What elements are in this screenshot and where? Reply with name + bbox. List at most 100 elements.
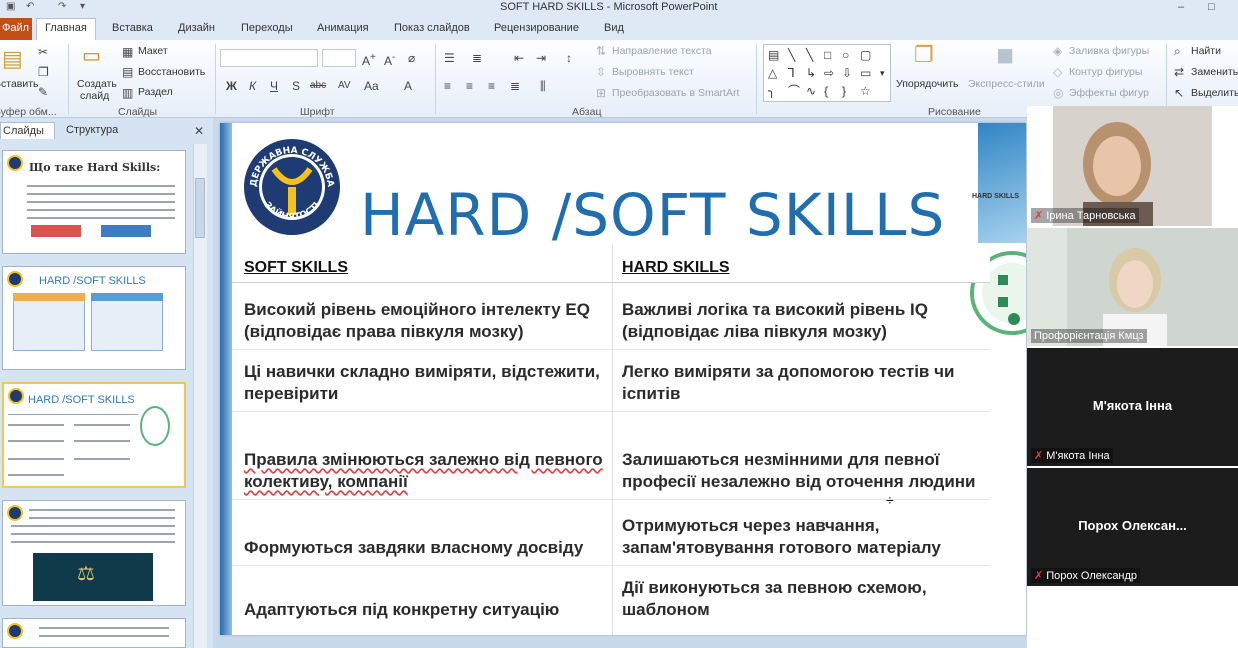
select-button[interactable]: Выделить: [1191, 87, 1238, 99]
video-tile-4[interactable]: Порох Олексан... ✗ Порох Олександр: [1027, 468, 1238, 586]
slide-thumbnail-4[interactable]: ⚖: [2, 500, 186, 606]
redo-icon[interactable]: ↷: [58, 1, 66, 12]
logo-icon: [7, 623, 23, 639]
video-tile-1[interactable]: ✗ Ірина Тарновська: [1027, 106, 1238, 226]
rounded-rect-shape-icon[interactable]: ▢: [860, 49, 871, 61]
freeform-shape-icon[interactable]: ∿: [806, 85, 816, 97]
reset-button[interactable]: Восстановить: [138, 66, 205, 78]
curve-shape-icon[interactable]: ⌒: [788, 85, 800, 97]
right-arrow-shape-icon[interactable]: ⇨: [824, 67, 834, 79]
table-cell: Отримуються через навчання, запам'ятовув…: [622, 516, 941, 557]
underline-button[interactable]: Ч: [270, 80, 278, 92]
char-spacing-button[interactable]: AV: [338, 80, 351, 92]
table-row-divider: [232, 349, 990, 350]
clear-format-icon[interactable]: ⌀: [408, 52, 415, 64]
curve-shape-icon[interactable]: ╮: [768, 85, 775, 97]
text-direction-button[interactable]: Направление текста: [612, 45, 712, 57]
close-icon[interactable]: ✕: [194, 124, 204, 138]
paste-button[interactable]: Вставить: [0, 78, 39, 90]
tab-slideshow[interactable]: Показ слайдов: [394, 22, 470, 34]
font-name-select[interactable]: [220, 49, 318, 67]
format-painter-icon[interactable]: ✎: [38, 86, 48, 98]
star-shape-icon[interactable]: ☆: [860, 85, 871, 97]
tab-design[interactable]: Дизайн: [178, 22, 215, 34]
convert-smartart-button[interactable]: Преобразовать в SmartArt: [612, 87, 739, 99]
rectangle-shape-icon[interactable]: □: [824, 49, 831, 61]
minimize-button[interactable]: –: [1178, 1, 1184, 13]
textbox-shape-icon[interactable]: ▤: [768, 49, 779, 61]
slide-thumbnail-2[interactable]: HARD /SOFT SKILLS: [2, 266, 186, 370]
align-center-icon[interactable]: ≡: [466, 80, 473, 92]
decrease-indent-icon[interactable]: ⇤: [514, 52, 524, 64]
brace-shape-icon[interactable]: {: [824, 85, 828, 97]
strikethrough-button[interactable]: abc: [310, 80, 326, 92]
numbering-icon[interactable]: ≣: [472, 52, 482, 64]
columns-icon[interactable]: ⫼: [540, 80, 546, 92]
shape-outline-button[interactable]: Контур фигуры: [1069, 66, 1142, 78]
replace-button[interactable]: Заменить: [1191, 66, 1238, 78]
clipboard-group-label: Буфер обм...: [0, 106, 57, 118]
increase-indent-icon[interactable]: ⇥: [536, 52, 546, 64]
new-slide-label-1[interactable]: Создать: [77, 78, 117, 90]
thumbnail-text-line: [74, 424, 130, 426]
slide-thumbnail-5[interactable]: [2, 618, 186, 648]
mic-muted-icon: ✗: [1034, 210, 1044, 222]
tab-animation[interactable]: Анимация: [317, 22, 369, 34]
justify-icon[interactable]: ≣: [510, 80, 520, 92]
undo-icon[interactable]: ↶: [26, 1, 34, 12]
thumbnail-text-line: [29, 509, 175, 511]
change-case-button[interactable]: Aa: [364, 80, 379, 92]
font-size-select[interactable]: [322, 49, 356, 67]
align-left-icon[interactable]: ≡: [444, 80, 451, 92]
line-shape-icon[interactable]: ╲: [788, 49, 795, 61]
section-button[interactable]: Раздел: [138, 86, 173, 98]
connector-shape-icon[interactable]: ↳: [806, 67, 816, 79]
down-arrow-shape-icon[interactable]: ⇩: [842, 67, 852, 79]
pane-scrollbar-thumb[interactable]: [195, 178, 205, 238]
quick-styles-button[interactable]: Экспресс-стили: [968, 78, 1045, 90]
tab-slides[interactable]: Слайды: [0, 122, 55, 139]
callout-shape-icon[interactable]: ▭: [860, 67, 871, 79]
layout-button[interactable]: Макет: [138, 45, 168, 57]
align-text-button[interactable]: Выровнять текст: [612, 66, 694, 78]
shadow-button[interactable]: S: [292, 80, 300, 92]
copy-icon[interactable]: ❐: [38, 66, 49, 78]
tab-review[interactable]: Рецензирование: [494, 22, 579, 34]
bold-button[interactable]: Ж: [226, 80, 237, 92]
video-tile-3[interactable]: М'якота Інна ✗ М'якота Інна: [1027, 348, 1238, 466]
line-spacing-icon[interactable]: ↕: [566, 52, 572, 64]
maximize-button[interactable]: □: [1208, 1, 1215, 13]
tab-outline[interactable]: Структура: [66, 124, 118, 136]
find-button[interactable]: Найти: [1191, 45, 1221, 57]
new-slide-label-2[interactable]: слайд: [80, 90, 109, 102]
shrink-font-icon[interactable]: A-: [384, 52, 395, 67]
gallery-more-icon[interactable]: ▾: [880, 67, 885, 79]
tab-home[interactable]: Главная: [36, 18, 96, 40]
brace-shape-icon[interactable]: }: [842, 85, 846, 97]
line-shape-icon[interactable]: ╲: [806, 49, 813, 61]
connector-shape-icon[interactable]: ⅂: [788, 67, 795, 79]
slide-thumbnail-1[interactable]: Що таке Hard Skills:: [2, 150, 186, 254]
italic-button[interactable]: К: [249, 80, 256, 92]
customize-toolbar-icon[interactable]: ▾: [80, 1, 85, 12]
cut-icon[interactable]: ✂: [38, 46, 48, 58]
tab-transitions[interactable]: Переходы: [241, 22, 293, 34]
shape-fill-button[interactable]: Заливка фигуры: [1069, 45, 1149, 57]
video-tile-2[interactable]: Профорієнтація Кмцз: [1027, 228, 1238, 346]
tab-insert[interactable]: Вставка: [112, 22, 153, 34]
arrange-button[interactable]: Упорядочить: [896, 78, 958, 90]
tab-view[interactable]: Вид: [604, 22, 624, 34]
slide[interactable]: ДЕРЖАВНА СЛУЖБА ЗАЙНЯТОСТІ HARD /SOFT SK…: [220, 123, 1026, 635]
oval-shape-icon[interactable]: ○: [842, 49, 849, 61]
grow-font-icon[interactable]: A+: [362, 52, 376, 67]
table-cell: Високий рівень емоційного інтелекту EQ (…: [244, 300, 590, 341]
slide-thumbnail-3[interactable]: HARD /SOFT SKILLS: [2, 382, 186, 488]
triangle-shape-icon[interactable]: △: [768, 67, 777, 79]
shape-effects-button[interactable]: Эффекты фигур: [1069, 87, 1149, 99]
shapes-gallery[interactable]: ▤ ╲ ╲ □ ○ ▢ △ ⅂ ↳ ⇨ ⇩ ▭ ╮ ⌒ ∿ { } ☆ ▾: [763, 44, 891, 102]
bullets-icon[interactable]: ☰: [444, 52, 455, 64]
font-color-icon[interactable]: A: [404, 80, 412, 92]
tab-file[interactable]: Файл: [0, 18, 32, 40]
table-row-divider: [232, 499, 990, 500]
align-right-icon[interactable]: ≡: [488, 80, 495, 92]
